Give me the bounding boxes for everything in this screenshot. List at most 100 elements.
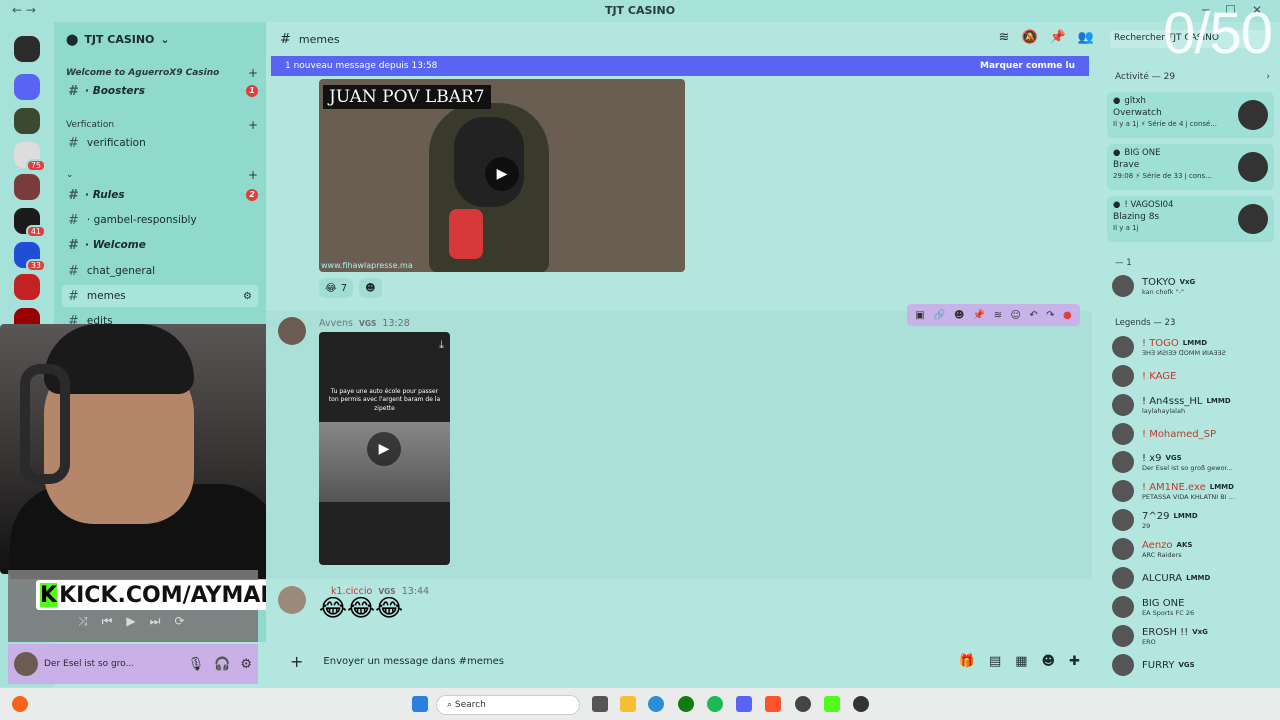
gear-icon[interactable]: ⚙	[240, 657, 252, 672]
member-item[interactable]: ! x9 VGS Der Esel ist so groß gewor...	[1112, 448, 1274, 476]
notifications-icon[interactable]: 🔕	[1021, 30, 1037, 45]
windows-start-icon[interactable]	[412, 696, 428, 712]
channel-boosters[interactable]: # · Boosters 1	[62, 80, 258, 102]
activity-card[interactable]: ●! VAGOSI04 Blazing 8s Il y a 1j	[1107, 196, 1274, 242]
channel-gambel-responsibly[interactable]: # · gambel-responsibly	[62, 209, 258, 231]
server-icon-kick[interactable]	[14, 36, 40, 62]
guild-header[interactable]: ⬤ TJT CASINO ⌄	[54, 22, 266, 56]
category-verification[interactable]: Verfication +	[66, 118, 258, 132]
member-item[interactable]: BIG ONE EA Sports FC 26	[1112, 593, 1274, 621]
settings-icon[interactable]: ⚙	[243, 291, 252, 302]
app-icon[interactable]	[853, 696, 869, 712]
avatar	[1112, 654, 1134, 676]
react-icon[interactable]: ☻	[954, 310, 964, 321]
avatar[interactable]	[278, 586, 306, 614]
brave-icon[interactable]	[765, 696, 781, 712]
pin-icon[interactable]: 📌	[973, 310, 985, 321]
avatar[interactable]	[278, 317, 306, 345]
member-item[interactable]: ALCURA LMMD	[1112, 564, 1274, 592]
channel-memes[interactable]: # memes ⚙	[62, 285, 258, 307]
add-reaction-button[interactable]: ☻	[359, 278, 382, 298]
server-icon-stake[interactable]	[14, 142, 46, 172]
add-channel-icon[interactable]: +	[248, 118, 258, 132]
message-input[interactable]: Envoyer un message dans #memes	[323, 656, 504, 667]
emoji-icon[interactable]: ☺	[1011, 310, 1021, 321]
unread-badge: 2	[246, 189, 258, 201]
threads-icon[interactable]: ≋	[999, 30, 1010, 45]
more-icon[interactable]: ●	[1063, 310, 1072, 321]
add-attachment-icon[interactable]: +	[290, 652, 303, 671]
next-icon[interactable]: ⏭	[150, 614, 161, 629]
app-icon[interactable]	[824, 696, 840, 712]
server-icon[interactable]	[14, 242, 46, 272]
reply-icon[interactable]: ↶	[1029, 310, 1037, 321]
member-item[interactable]: Aenzo AKS ARC Raiders	[1112, 535, 1274, 563]
avatar	[1112, 538, 1134, 560]
server-icon[interactable]	[14, 208, 46, 238]
taskbar-search[interactable]: ⌕ Search	[436, 695, 580, 715]
spotify-icon[interactable]	[707, 696, 723, 712]
mute-icon[interactable]: 🎙	[188, 657, 205, 672]
download-icon[interactable]: ⤓	[439, 338, 444, 352]
repeat-icon[interactable]: ⟳	[174, 614, 184, 629]
settings-icon[interactable]	[795, 696, 811, 712]
sticker-icon[interactable]: ▦	[1015, 654, 1027, 669]
forward-icon[interactable]: ↷	[1046, 310, 1054, 321]
apps-icon[interactable]: ✚	[1069, 654, 1080, 669]
member-item[interactable]: ! Mohamed_SP	[1112, 420, 1274, 448]
category-welcome[interactable]: Welcome to AguerroX9 Casino +	[66, 66, 258, 80]
previous-icon[interactable]: ⏮	[102, 614, 113, 629]
server-icon[interactable]	[14, 174, 40, 200]
play-icon[interactable]: ▶	[126, 614, 135, 629]
channel-chat-general[interactable]: # chat_general	[62, 260, 258, 282]
player-controls[interactable]: ⤨ ⏮ ▶ ⏭ ⟳	[78, 614, 185, 629]
shuffle-icon[interactable]: ⤨	[78, 614, 88, 629]
channel-welcome[interactable]: # · Welcome	[62, 234, 258, 256]
video-attachment[interactable]: JUAN POV LBAR7 www.fihawlapresse.ma ▶	[319, 79, 685, 272]
server-icon[interactable]	[14, 108, 40, 134]
emoji-icon[interactable]: ☻	[1042, 654, 1056, 669]
avatar[interactable]	[14, 652, 38, 676]
play-icon[interactable]: ▶	[367, 432, 401, 466]
edge-icon[interactable]	[648, 696, 664, 712]
member-name: ! Mohamed_SP	[1142, 428, 1217, 440]
activity-card[interactable]: ● gltxh Overwatch Il y a 1j ⚡ Série de 4 …	[1107, 92, 1274, 138]
member-item[interactable]: ! KAGE	[1112, 362, 1274, 390]
add-channel-icon[interactable]: +	[248, 66, 258, 80]
member-item[interactable]: TOKYO VxG kan chofk "-"	[1112, 272, 1274, 300]
video-attachment[interactable]: Tu paye une auto école pour passer ton p…	[319, 332, 450, 565]
member-item[interactable]: 7^29 LMMD 29	[1112, 506, 1274, 534]
notification-icon[interactable]	[12, 696, 28, 712]
link-icon[interactable]: 🔗	[933, 310, 945, 321]
member-item[interactable]: ! TOGO LMMD ƎHƎ ИƧIƎЭ ᗡOMM ИIAƎƎƧ	[1112, 333, 1274, 361]
deafen-icon[interactable]: 🎧	[214, 657, 230, 672]
member-item[interactable]: FURRY VGS	[1112, 651, 1274, 679]
server-icon[interactable]	[14, 274, 40, 300]
activity-card[interactable]: ● BIG ONE Brave 29:08 ⚡ Série de 33 j con…	[1107, 144, 1274, 190]
add-channel-icon[interactable]: +	[248, 168, 258, 182]
thread-icon[interactable]: ≋	[994, 310, 1002, 321]
gift-icon[interactable]: 🎁	[959, 654, 975, 669]
file-explorer-icon[interactable]	[620, 696, 636, 712]
app-icon[interactable]: ▣	[915, 310, 924, 321]
member-item[interactable]: ! AM1NE.exe LMMD PETASSA VIDA KHLATNI BI …	[1112, 477, 1274, 505]
discord-icon[interactable]	[736, 696, 752, 712]
member-item[interactable]: ! An4sss_HL LMMD laylahaylalah	[1112, 391, 1274, 419]
unread-badge: 1	[246, 85, 258, 97]
gif-icon[interactable]: ▤	[989, 654, 1001, 669]
play-icon[interactable]: ▶	[485, 157, 519, 191]
category-unnamed[interactable]: ⌄ +	[66, 168, 258, 182]
task-view-icon[interactable]	[592, 696, 608, 712]
new-messages-bar[interactable]: 1 nouveau message depuis 13:58 Marquer c…	[271, 56, 1089, 76]
channel-rules[interactable]: # · Rules 2	[62, 184, 258, 206]
server-icon-dm[interactable]	[14, 74, 40, 100]
author-name[interactable]: Avvens	[319, 318, 353, 329]
member-item[interactable]: EROSH !! VxG ERO	[1112, 622, 1274, 650]
chevron-right-icon[interactable]: ›	[1266, 72, 1270, 82]
reaction-laugh[interactable]: 😂 7	[319, 278, 354, 298]
xbox-icon[interactable]	[678, 696, 694, 712]
mark-read-button[interactable]: Marquer comme lu	[980, 61, 1075, 71]
pin-icon[interactable]: 📌	[1050, 30, 1066, 45]
members-icon[interactable]: 👥	[1078, 30, 1094, 45]
channel-verification[interactable]: # verification	[62, 132, 258, 154]
